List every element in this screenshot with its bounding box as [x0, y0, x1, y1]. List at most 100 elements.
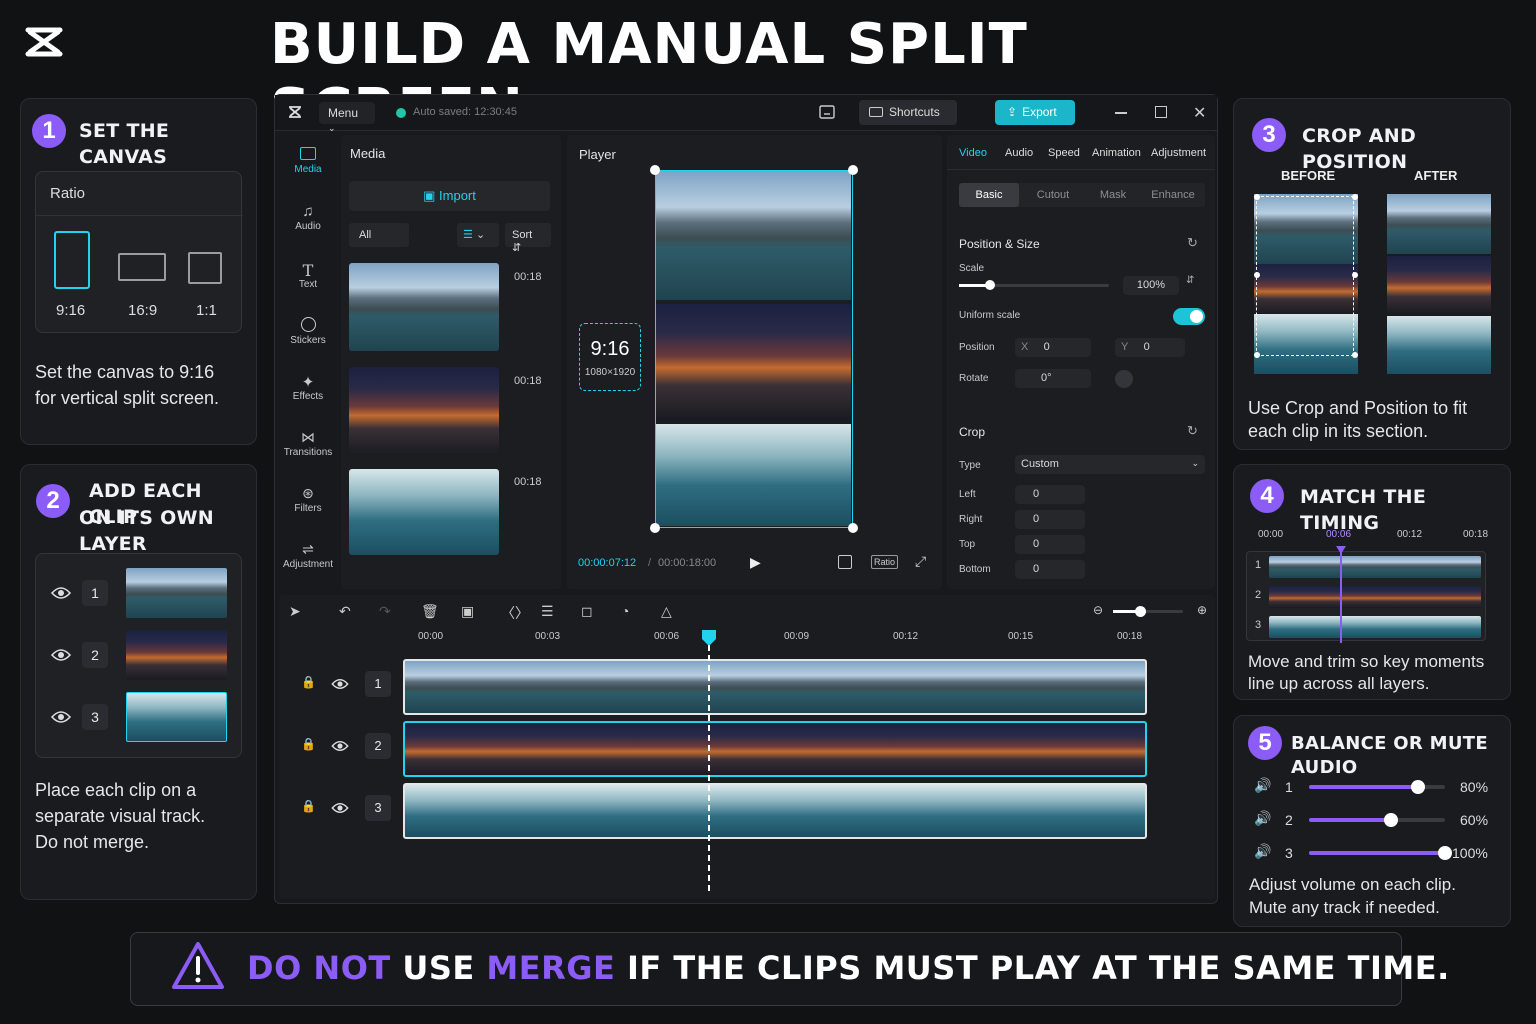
- sort-dropdown[interactable]: Sort ⇵: [505, 223, 551, 254]
- scale-slider[interactable]: [959, 280, 1109, 290]
- media-thumbnail-city[interactable]: [349, 367, 499, 455]
- subtab-enhance[interactable]: Enhance: [1143, 183, 1203, 207]
- eye-icon[interactable]: [50, 710, 72, 729]
- filter-all-dropdown[interactable]: All: [349, 223, 409, 247]
- close-icon[interactable]: ✕: [1193, 103, 1206, 123]
- volume-slider[interactable]: [1309, 813, 1445, 827]
- subtab-cutout[interactable]: Cutout: [1023, 183, 1083, 207]
- crop-frame[interactable]: [1256, 196, 1354, 356]
- speaker-icon[interactable]: 🔊: [1254, 843, 1271, 860]
- resize-handle[interactable]: [650, 523, 660, 533]
- preview-canvas[interactable]: [650, 165, 858, 533]
- subtab-basic[interactable]: Basic: [959, 183, 1019, 207]
- fit-frame-icon[interactable]: [838, 555, 852, 569]
- editor-window: Menu ⌄ Auto saved: 12:30:45 Shortcuts ⇪ E…: [274, 94, 1218, 904]
- fullscreen-icon[interactable]: ⤢: [915, 553, 926, 570]
- mirror-icon[interactable]: △: [661, 603, 672, 620]
- zoom-in-icon[interactable]: ⊕: [1197, 603, 1207, 617]
- media-thumbnail-surf[interactable]: [349, 469, 499, 555]
- eye-icon[interactable]: [50, 648, 72, 667]
- sidebar-item-stickers[interactable]: Stickers: [279, 317, 337, 346]
- crop-type-select[interactable]: Custom ⌄: [1015, 455, 1205, 474]
- speed-icon[interactable]: ◔: [621, 603, 629, 619]
- menu-button[interactable]: Menu ⌄: [319, 102, 375, 133]
- sidebar-item-audio[interactable]: ♫ Audio: [279, 203, 337, 232]
- rotate-dial[interactable]: [1115, 370, 1133, 388]
- resize-handle[interactable]: [650, 165, 660, 175]
- volume-knob[interactable]: [1383, 813, 1398, 827]
- minimize-icon[interactable]: [1115, 112, 1127, 114]
- eye-icon[interactable]: [331, 801, 349, 819]
- position-x-field[interactable]: X 0: [1015, 338, 1091, 357]
- speaker-icon[interactable]: 🔊: [1254, 810, 1271, 827]
- total-time: 00:00:18:00: [658, 557, 717, 569]
- resize-handle[interactable]: [848, 165, 858, 175]
- sidebar-item-effects[interactable]: ✦ Effects: [279, 373, 337, 402]
- zoom-slider-knob[interactable]: [1135, 606, 1146, 617]
- tab-animation[interactable]: Animation: [1092, 147, 1141, 159]
- delete-segment-icon[interactable]: ▣: [461, 603, 474, 620]
- sidebar-item-media[interactable]: Media: [279, 147, 337, 175]
- position-y-field[interactable]: Y 0: [1115, 338, 1185, 357]
- volume-slider[interactable]: [1309, 846, 1452, 860]
- step2-desc-line2: separate visual track.: [35, 806, 206, 826]
- tab-speed[interactable]: Speed: [1048, 147, 1080, 159]
- subtab-mask[interactable]: Mask: [1083, 183, 1143, 207]
- import-button[interactable]: ▣ Import: [349, 181, 550, 211]
- shortcuts-button[interactable]: Shortcuts: [859, 100, 957, 125]
- undo-icon[interactable]: ↶: [339, 603, 351, 620]
- crop-right-field[interactable]: 0: [1015, 510, 1085, 529]
- sidebar-item-transitions[interactable]: ⋈ Transitions: [279, 429, 337, 458]
- timeline-clip-mountain[interactable]: [403, 659, 1147, 715]
- tab-adjustment[interactable]: Adjustment: [1151, 147, 1206, 159]
- ratio-option-1-1[interactable]: [188, 252, 222, 284]
- ratio-option-9-16[interactable]: [54, 231, 90, 289]
- crop-top-field[interactable]: 0: [1015, 535, 1085, 554]
- volume-knob[interactable]: [1410, 780, 1425, 794]
- speaker-icon[interactable]: 🔊: [1254, 777, 1271, 794]
- lock-icon[interactable]: 🔒: [301, 737, 316, 751]
- view-toggle[interactable]: ☰ ⌄: [457, 223, 499, 247]
- scale-slider-knob[interactable]: [985, 280, 995, 290]
- align-icon[interactable]: ☰: [541, 603, 554, 620]
- ratio-option-16-9[interactable]: [118, 253, 166, 281]
- sidebar-item-adjustment[interactable]: ⇌ Adjustment: [279, 541, 337, 570]
- select-tool-icon[interactable]: ➤: [289, 603, 301, 620]
- editor-topbar: Menu ⌄ Auto saved: 12:30:45 Shortcuts ⇪ E…: [275, 95, 1217, 133]
- tab-audio[interactable]: Audio: [1005, 147, 1033, 159]
- zoom-slider[interactable]: [1113, 606, 1183, 617]
- resize-handle[interactable]: [848, 523, 858, 533]
- mask-icon[interactable]: ◻: [581, 603, 593, 620]
- scale-value[interactable]: 100%: [1123, 276, 1179, 295]
- export-button[interactable]: ⇪ Export: [995, 100, 1075, 125]
- timeline-clip-city[interactable]: [403, 721, 1147, 777]
- sidebar-item-text[interactable]: T Text: [279, 261, 337, 290]
- volume-percent: 80%: [1460, 779, 1489, 795]
- redo-icon[interactable]: ↷: [379, 603, 391, 620]
- lock-icon[interactable]: 🔒: [301, 799, 316, 813]
- volume-knob[interactable]: [1438, 846, 1452, 860]
- maximize-icon[interactable]: [1155, 106, 1167, 118]
- timeline-clip-surf[interactable]: [403, 783, 1147, 839]
- split-icon[interactable]: 〈〉: [501, 603, 529, 623]
- eye-icon[interactable]: [50, 586, 72, 605]
- reset-icon[interactable]: ↻: [1187, 235, 1198, 251]
- media-thumbnail-mountain[interactable]: [349, 263, 499, 351]
- eye-icon[interactable]: [331, 677, 349, 695]
- layout-icon[interactable]: [819, 105, 835, 124]
- play-icon[interactable]: ▶: [750, 554, 761, 571]
- ratio-button[interactable]: Ratio: [871, 555, 899, 569]
- crop-bottom-field[interactable]: 0: [1015, 560, 1085, 579]
- crop-left-field[interactable]: 0: [1015, 485, 1085, 504]
- zoom-out-icon[interactable]: ⊖: [1093, 603, 1103, 617]
- volume-slider[interactable]: [1309, 780, 1445, 794]
- tab-video[interactable]: Video: [959, 147, 987, 159]
- stepper-icon[interactable]: ⇵: [1186, 275, 1194, 286]
- sidebar-item-filters[interactable]: ⊛ Filters: [279, 485, 337, 514]
- delete-icon[interactable]: 🗑: [421, 603, 439, 620]
- lock-icon[interactable]: 🔒: [301, 675, 316, 689]
- reset-icon[interactable]: ↻: [1187, 423, 1198, 439]
- eye-icon[interactable]: [331, 739, 349, 757]
- uniform-scale-toggle[interactable]: [1173, 308, 1205, 325]
- rotate-field[interactable]: 0°: [1015, 369, 1091, 388]
